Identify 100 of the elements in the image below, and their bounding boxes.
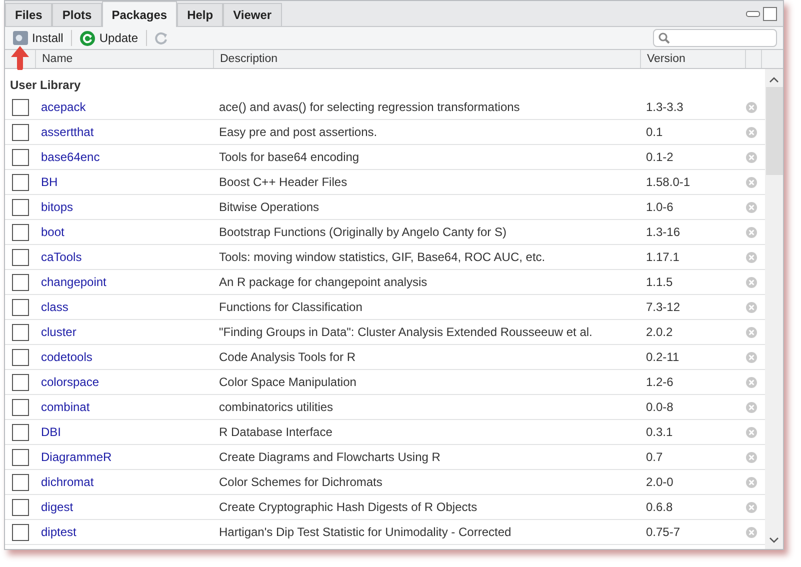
package-version: 2.0-0 xyxy=(645,475,674,489)
package-version: 2.0.2 xyxy=(645,325,673,339)
package-description: Functions for Classification xyxy=(218,300,362,314)
remove-icon[interactable] xyxy=(746,426,757,438)
checkbox[interactable] xyxy=(12,124,29,140)
checkbox[interactable] xyxy=(12,474,29,490)
remove-icon[interactable] xyxy=(746,226,757,238)
package-link[interactable]: caTools xyxy=(36,250,82,264)
checkbox[interactable] xyxy=(12,224,29,240)
checkbox[interactable] xyxy=(12,248,29,266)
package-link[interactable]: cluster xyxy=(36,325,76,339)
package-link[interactable]: diptest xyxy=(36,525,76,539)
checkbox[interactable] xyxy=(12,448,29,466)
checkbox[interactable] xyxy=(12,274,29,290)
remove-icon[interactable] xyxy=(746,526,757,538)
package-description: combinatorics utilities xyxy=(218,400,334,414)
tab[interactable]: Packages xyxy=(102,1,178,27)
package-link[interactable]: changepoint xyxy=(36,275,106,289)
refresh-icon xyxy=(80,30,96,46)
minimize-icon[interactable] xyxy=(746,10,760,16)
remove-icon[interactable] xyxy=(746,402,757,412)
checkbox[interactable] xyxy=(12,398,29,416)
column-header[interactable]: Name xyxy=(36,50,214,68)
package-link[interactable]: bitops xyxy=(36,200,74,214)
package-version: 0.2-11 xyxy=(645,350,680,364)
section-heading: User Library xyxy=(9,76,82,94)
install-button[interactable]: Install xyxy=(11,31,66,45)
package-description: Bootstrap Functions (Originally by Angelo Canty for S) xyxy=(218,225,506,239)
remove-icon[interactable] xyxy=(746,502,757,512)
search-field[interactable] xyxy=(653,29,777,47)
package-link[interactable]: DiagrammeR xyxy=(36,450,112,464)
remove-icon[interactable] xyxy=(746,302,757,312)
package-link[interactable]: acepack xyxy=(36,100,86,114)
checkbox[interactable] xyxy=(12,324,29,340)
package-version: 0.1-2 xyxy=(645,150,674,164)
package-version: 1.2-6 xyxy=(645,375,674,389)
package-link[interactable]: codetools xyxy=(36,350,92,364)
package-link[interactable]: combinat xyxy=(36,400,90,414)
package-description: "Finding Groups in Data": Cluster Analysis Extended Rousseeuw et al. xyxy=(218,325,592,339)
checkbox[interactable] xyxy=(12,374,29,390)
remove-icon[interactable] xyxy=(746,452,757,462)
package-description: Color Space Manipulation xyxy=(218,375,356,389)
checkbox[interactable] xyxy=(12,198,29,216)
package-description: Code Analysis Tools for R xyxy=(218,350,356,364)
checkbox[interactable] xyxy=(12,524,29,540)
remove-icon[interactable] xyxy=(746,252,757,262)
remove-icon[interactable] xyxy=(746,102,757,112)
package-description: R Database Interface xyxy=(218,425,332,439)
checkbox[interactable] xyxy=(12,498,29,516)
package-description: Create Cryptographic Hash Digests of R Objects xyxy=(218,500,478,514)
package-link[interactable]: dichromat xyxy=(36,475,94,489)
package-description: Tools: moving window statistics, GIF, Base64, ROC AUC, etc. xyxy=(218,250,546,264)
tab[interactable]: Plots xyxy=(52,3,102,26)
remove-icon[interactable] xyxy=(746,126,757,138)
package-description: Hartigan's Dip Test Statistic for Unimodality - Corrected xyxy=(218,525,512,539)
package-link[interactable]: DBI xyxy=(36,425,62,439)
update-button[interactable]: Update xyxy=(78,30,140,46)
remove-icon[interactable] xyxy=(746,376,757,388)
package-link[interactable]: colorspace xyxy=(36,375,100,389)
remove-icon[interactable] xyxy=(746,352,757,362)
remove-icon[interactable] xyxy=(746,152,757,162)
package-description: Color Schemes for Dichromats xyxy=(218,475,382,489)
package-description: Easy pre and post assertions. xyxy=(218,125,378,139)
install-icon xyxy=(13,31,28,45)
package-link[interactable]: class xyxy=(36,300,68,314)
package-link[interactable]: boot xyxy=(36,225,64,239)
package-link[interactable]: digest xyxy=(36,500,74,514)
package-version: 1.17.1 xyxy=(645,250,680,264)
checkbox[interactable] xyxy=(12,348,29,366)
checkbox[interactable] xyxy=(12,148,29,166)
package-link[interactable]: base64enc xyxy=(36,150,100,164)
package-description: Boost C++ Header Files xyxy=(218,175,348,189)
package-description: Create Diagrams and Flowcharts Using R xyxy=(218,450,440,464)
scrollbar[interactable] xyxy=(765,69,783,549)
package-link[interactable]: BH xyxy=(36,175,58,189)
package-version: 0.0-8 xyxy=(645,400,674,414)
package-description: Tools for base64 encoding xyxy=(218,150,360,164)
refresh-icon[interactable] xyxy=(153,30,170,46)
tab[interactable]: Viewer xyxy=(223,3,282,26)
arrow-annotation xyxy=(10,46,30,70)
package-link[interactable]: assertthat xyxy=(36,125,94,139)
checkbox[interactable] xyxy=(12,174,29,190)
remove-icon[interactable] xyxy=(746,202,757,212)
tab[interactable]: Help xyxy=(177,3,224,26)
package-version: 7.3-12 xyxy=(645,300,680,314)
checkbox[interactable] xyxy=(12,424,29,440)
package-version: 1.1.5 xyxy=(645,275,673,289)
remove-icon[interactable] xyxy=(746,176,757,188)
remove-icon[interactable] xyxy=(746,476,757,488)
maximize-icon[interactable] xyxy=(763,6,777,20)
search-icon xyxy=(658,32,670,44)
package-description: An R package for changepoint analysis xyxy=(218,275,428,289)
checkbox[interactable] xyxy=(12,98,29,116)
column-header[interactable]: Description xyxy=(214,50,641,68)
checkbox[interactable] xyxy=(12,298,29,316)
tab[interactable]: Files xyxy=(5,3,52,26)
scrollbar-thumb[interactable] xyxy=(766,87,782,175)
remove-icon[interactable] xyxy=(746,326,757,338)
remove-icon[interactable] xyxy=(746,276,757,288)
column-header[interactable]: Version xyxy=(641,50,746,68)
